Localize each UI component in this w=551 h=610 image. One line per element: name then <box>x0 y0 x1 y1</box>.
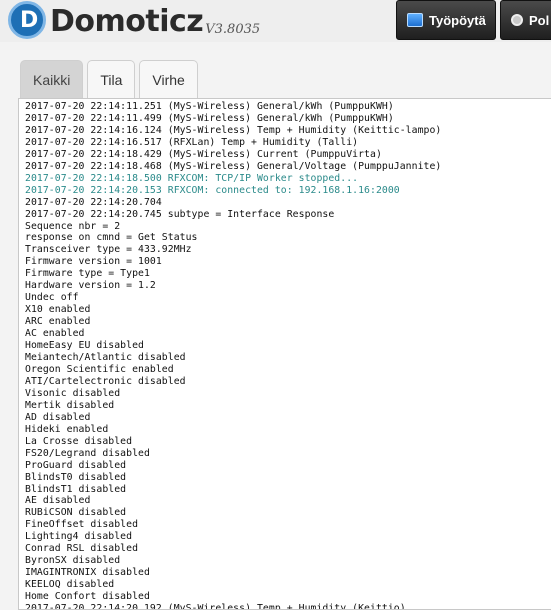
log-line: ATI/Cartelectronic disabled <box>25 375 186 387</box>
log-line: KEELOQ disabled <box>25 579 115 591</box>
log-line: La Crosse disabled <box>25 435 133 447</box>
log-line: Lighting4 disabled <box>25 531 133 543</box>
log-line: Conrad RSL disabled <box>25 543 139 555</box>
log-line: BlindsT1 disabled <box>25 483 127 495</box>
log-line: X10 enabled <box>25 304 91 316</box>
app-name: Domoticz <box>50 4 204 39</box>
log-line: 2017-07-20 22:14:11.499 (MyS-Wireless) G… <box>25 112 394 124</box>
log-line: Hardware version = 1.2 <box>25 280 156 292</box>
nav-next-label: Pol <box>529 12 550 28</box>
log-line: 2017-07-20 22:14:20.704 <box>25 196 162 208</box>
log-line: ByronSX disabled <box>25 555 121 567</box>
log-line: FS20/Legrand disabled <box>25 447 150 459</box>
nav-dashboard-label: Työpöytä <box>429 12 486 28</box>
nav-next-button[interactable]: Pol <box>500 0 551 40</box>
log-line: FineOffset disabled <box>25 519 139 531</box>
log-panel[interactable]: 2017-07-20 22:14:11.251 (MyS-Wireless) G… <box>18 98 551 610</box>
domoticz-logo-icon: D <box>8 1 46 39</box>
log-line: 2017-07-20 22:14:11.251 (MyS-Wireless) G… <box>25 101 394 112</box>
log-line: 2017-07-20 22:14:16.124 (MyS-Wireless) T… <box>25 124 442 136</box>
log-line: BlindsT0 disabled <box>25 471 127 483</box>
log-line: ARC enabled <box>25 316 91 328</box>
log-line: 2017-07-20 22:14:20.192 (MyS-Wireless) T… <box>25 603 406 610</box>
log-line: ProGuard disabled <box>25 459 127 471</box>
log-line: 2017-07-20 22:14:18.429 (MyS-Wireless) C… <box>25 148 382 160</box>
log-line: AE disabled <box>25 495 91 507</box>
app-logo[interactable]: D Domoticz V3.8035 <box>8 1 261 39</box>
log-line: AC enabled <box>25 328 85 340</box>
log-line: Meiantech/Atlantic disabled <box>25 352 186 364</box>
tab-status[interactable]: Tila <box>87 60 136 98</box>
log-line: 2017-07-20 22:14:18.468 (MyS-Wireless) G… <box>25 160 442 172</box>
log-line: 2017-07-20 22:14:20.745 subtype = Interf… <box>25 208 335 220</box>
log-line: Sequence nbr = 2 <box>25 220 121 232</box>
log-line: Undec off <box>25 292 79 304</box>
log-line: Firmware version = 1001 <box>25 256 162 268</box>
dashboard-icon <box>407 13 423 27</box>
log-line: Firmware type = Type1 <box>25 268 150 280</box>
log-line: 2017-07-20 22:14:18.500 RFXCOM: TCP/IP W… <box>25 172 359 184</box>
log-line: Home Confort disabled <box>25 591 150 603</box>
log-line: Transceiver type = 433.92MHz <box>25 244 192 256</box>
app-version: V3.8035 <box>205 22 261 37</box>
log-line: 2017-07-20 22:14:16.517 (RFXLan) Temp + … <box>25 136 359 148</box>
log-line: Mertik disabled <box>25 399 115 411</box>
log-line: AD disabled <box>25 411 91 423</box>
log-line: HomeEasy EU disabled <box>25 340 144 352</box>
tab-error[interactable]: Virhe <box>139 60 198 98</box>
globe-icon <box>511 14 523 26</box>
log-line: Oregon Scientific enabled <box>25 363 174 375</box>
tab-all[interactable]: Kaikki <box>20 60 84 98</box>
log-line: Hideki enabled <box>25 423 109 435</box>
log-line: IMAGINTRONIX disabled <box>25 567 150 579</box>
log-filter-tabs: Kaikki Tila Virhe <box>20 60 202 98</box>
log-line: RUBiCSON disabled <box>25 507 127 519</box>
log-line: response on cmnd = Get Status <box>25 232 198 244</box>
log-line: 2017-07-20 22:14:20.153 RFXCOM: connecte… <box>25 184 400 196</box>
log-line: Visonic disabled <box>25 387 121 399</box>
top-bar: D Domoticz V3.8035 Työpöytä Pol <box>0 0 551 42</box>
nav-dashboard-button[interactable]: Työpöytä <box>396 0 496 40</box>
